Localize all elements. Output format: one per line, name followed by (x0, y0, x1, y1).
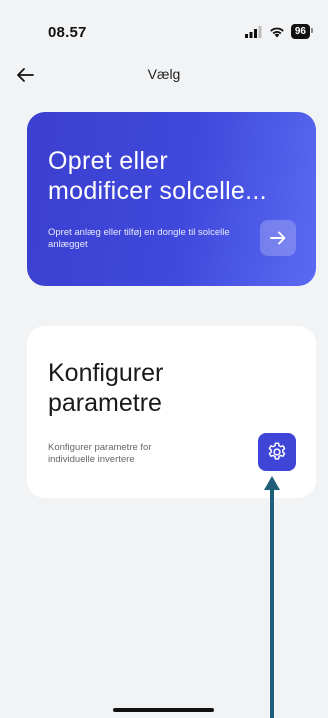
configure-parameters-card[interactable]: Konfigurer parametre Konfigurer parametr… (27, 326, 316, 498)
gear-icon (268, 442, 286, 460)
annotation-arrow-icon (264, 476, 280, 718)
signal-icon (244, 25, 262, 38)
wifi-icon (270, 27, 284, 37)
nav-bar: Vælg (0, 56, 328, 92)
status-bar: 08.57 96 (0, 0, 328, 50)
configure-gear-button[interactable] (258, 433, 296, 471)
battery-icon: 96 (290, 24, 314, 39)
home-indicator (113, 708, 214, 712)
configure-card-title: Konfigurer parametre (48, 359, 164, 417)
page-title: Vælg (147, 66, 181, 82)
arrow-right-icon (270, 231, 286, 245)
create-modify-solar-card[interactable]: Opret eller modificer solcelle... Opret … (27, 112, 316, 286)
status-icons: 96 (244, 24, 314, 39)
create-card-arrow-button[interactable] (260, 220, 296, 256)
create-card-description: Opret anlæg eller tilføj en dongle til s… (48, 227, 230, 250)
configure-card-description: Konfigurer parametre for individuelle in… (48, 442, 152, 465)
status-time: 08.57 (48, 24, 87, 41)
create-card-title: Opret eller modificer solcelle... (48, 147, 267, 205)
